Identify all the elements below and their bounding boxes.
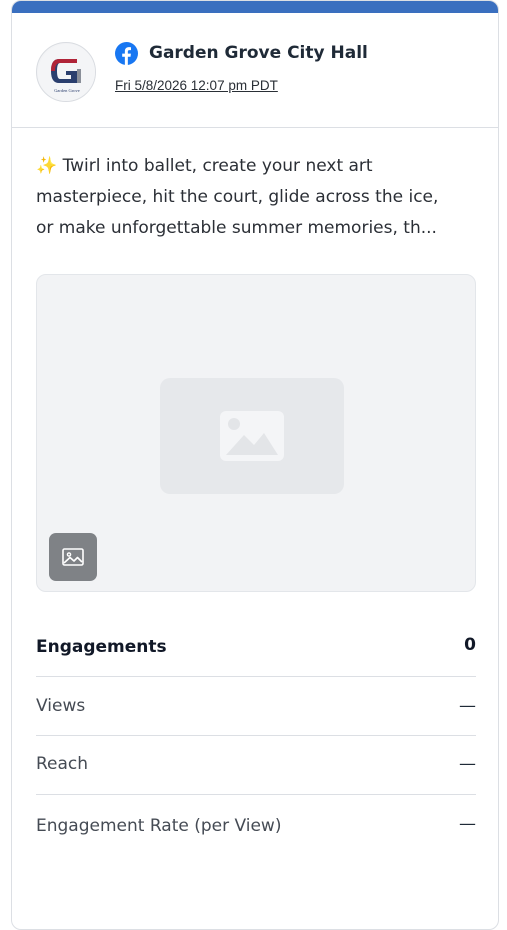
city-logo: Garden Grove xyxy=(38,44,95,101)
metric-label: Engagements xyxy=(36,637,167,657)
metric-value: — xyxy=(459,814,476,834)
post-media[interactable] xyxy=(36,274,476,592)
post-header: Garden Grove Garden Grove City Hall Fri … xyxy=(12,13,498,128)
image-placeholder xyxy=(160,378,344,494)
post-text: ✨ Twirl into ballet, create your next ar… xyxy=(36,151,482,244)
sparkles-icon: ✨ xyxy=(36,156,58,176)
post-timestamp-link[interactable]: Fri 5/8/2026 12:07 pm PDT xyxy=(115,77,278,95)
avatar[interactable]: Garden Grove xyxy=(36,42,96,102)
metric-row-views: Views — xyxy=(36,676,476,735)
metric-row-engagements: Engagements 0 xyxy=(36,621,476,680)
post-text-line-2: masterpiece, hit the court, glide across… xyxy=(36,187,439,207)
metric-value: — xyxy=(459,754,476,774)
post-card: Garden Grove Garden Grove City Hall Fri … xyxy=(11,0,499,930)
image-icon xyxy=(62,548,84,566)
post-text-line-3: or make unforgettable summer memories, t… xyxy=(36,218,437,238)
facebook-icon xyxy=(115,42,138,65)
post-text-line-1: Twirl into ballet, create your next art xyxy=(62,156,373,176)
avatar-caption: Garden Grove xyxy=(54,88,80,93)
metric-value: 0 xyxy=(464,635,476,655)
metric-label: Engagement Rate (per View) xyxy=(36,816,282,836)
metric-label: Reach xyxy=(36,754,89,774)
card-accent-bar xyxy=(12,1,498,13)
image-placeholder-icon xyxy=(220,411,284,461)
post-text-line: ✨ Twirl into ballet, create your next ar… xyxy=(36,151,482,182)
metric-row-reach: Reach — xyxy=(36,735,476,794)
media-type-badge xyxy=(49,533,97,581)
metric-value: — xyxy=(459,696,476,716)
metric-label: Views xyxy=(36,696,86,716)
metric-row-engagement-rate: Engagement Rate (per View) — xyxy=(36,794,476,853)
page-name[interactable]: Garden Grove City Hall xyxy=(149,42,368,65)
